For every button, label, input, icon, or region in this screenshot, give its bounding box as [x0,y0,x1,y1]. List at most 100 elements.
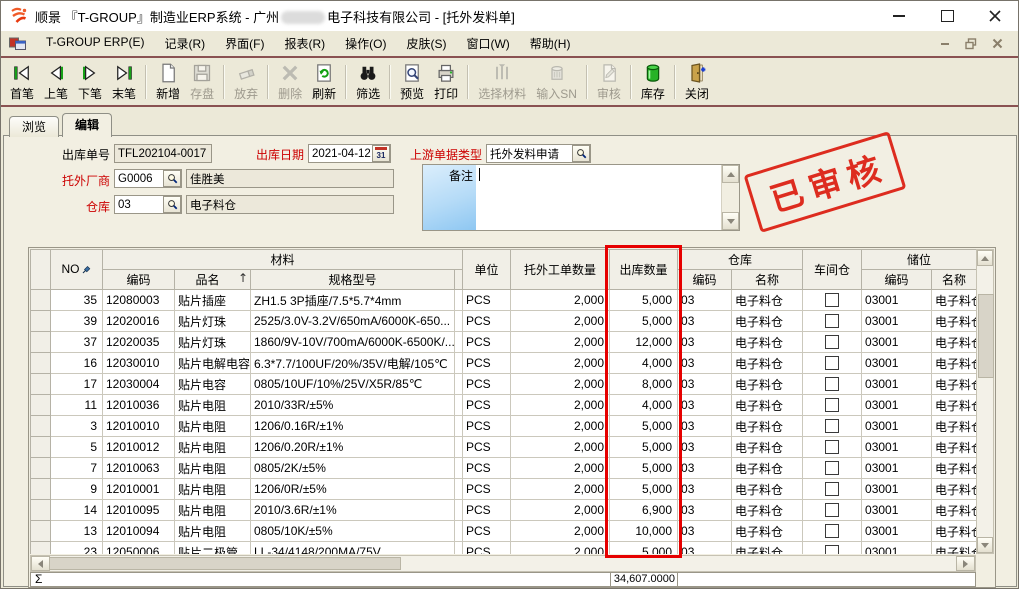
workshop-checkbox[interactable] [825,377,839,391]
cell-no[interactable]: 7 [51,458,103,479]
cell-no[interactable]: 23 [51,542,103,555]
cell-wh-name[interactable]: 电子料仓 [732,395,803,416]
cell-wh-code[interactable]: 03 [678,395,732,416]
toolbar-button-print[interactable]: 打印 [429,61,463,104]
cell-unit[interactable]: PCS [463,311,511,332]
cell-out-qty[interactable]: 5,000 [610,479,678,500]
scroll-up-button[interactable] [722,165,739,183]
workshop-checkbox[interactable] [825,503,839,517]
workshop-checkbox[interactable] [825,293,839,307]
cell-name[interactable]: 贴片灯珠 [175,332,251,353]
menu-item[interactable]: T-GROUP ERP(E) [36,32,154,55]
out-date-field[interactable]: 2021-04-12 31 [308,144,391,163]
cell-spec[interactable]: 1206/0.16R/±1% [251,416,455,437]
cell-name[interactable]: 贴片插座 [175,290,251,311]
cell-name[interactable]: 贴片电阻 [175,437,251,458]
toolbar-button-close[interactable]: 关闭 [680,61,714,104]
cell-out-qty[interactable]: 5,000 [610,542,678,555]
col-header-order-qty[interactable]: 托外工单数量 [511,250,610,290]
cell-wh-name[interactable]: 电子料仓 [732,332,803,353]
toolbar-button-first[interactable]: 首笔 [5,61,39,104]
cell-code[interactable]: 12030004 [103,374,175,395]
tab-浏览[interactable]: 浏览 [9,116,59,137]
warehouse-code-field[interactable]: 03 [114,195,182,214]
grid-horizontal-scrollbar[interactable] [30,555,976,572]
col-header-code[interactable]: 编码 [103,270,175,290]
cell-name[interactable]: 贴片电阻 [175,500,251,521]
cell-loc-name[interactable]: 电子料仓一储 [932,311,976,332]
scroll-up-button[interactable] [977,250,993,266]
cell-out-qty[interactable]: 5,000 [610,416,678,437]
cell-order-qty[interactable]: 2,000 [511,479,610,500]
menu-item[interactable]: 报表(R) [274,32,335,55]
cell-loc-name[interactable]: 电子料仓一储 [932,437,976,458]
cell-wh-name[interactable]: 电子料仓 [732,290,803,311]
menu-item[interactable]: 操作(O) [335,32,396,55]
cell-workshop[interactable] [803,479,862,500]
cell-workshop[interactable] [803,458,862,479]
cell-code[interactable]: 12010036 [103,395,175,416]
cell-loc-code[interactable]: 03001 [862,311,932,332]
cell-loc-name[interactable]: 电子料仓一储 [932,500,976,521]
cell-workshop[interactable] [803,332,862,353]
cell-spec[interactable]: 1860/9V-10V/700mA/6000K-6500K/... [251,332,455,353]
cell-spec[interactable]: 0805/10UF/10%/25V/X5R/85℃ [251,374,455,395]
cell-unit[interactable]: PCS [463,479,511,500]
scroll-down-button[interactable] [977,537,993,553]
cell-out-qty[interactable]: 5,000 [610,437,678,458]
cell-loc-name[interactable]: 电子料仓一储 [932,395,976,416]
cell-unit[interactable]: PCS [463,458,511,479]
col-group-material[interactable]: 材料 [103,250,463,270]
cell-order-qty[interactable]: 2,000 [511,458,610,479]
workshop-checkbox[interactable] [825,461,839,475]
cell-loc-code[interactable]: 03001 [862,542,932,555]
remark-input[interactable] [476,165,721,230]
cell-order-qty[interactable]: 2,000 [511,521,610,542]
cell-code[interactable]: 12030010 [103,353,175,374]
workshop-checkbox[interactable] [825,335,839,349]
cell-loc-name[interactable]: 电子料仓一储 [932,458,976,479]
cell-spec[interactable]: 2010/3.6R/±1% [251,500,455,521]
cell-wh-name[interactable]: 电子料仓 [732,311,803,332]
cell-unit[interactable]: PCS [463,437,511,458]
cell-loc-code[interactable]: 03001 [862,290,932,311]
cell-code[interactable]: 12010001 [103,479,175,500]
col-header-workshop[interactable]: 车间仓 [803,250,862,290]
cell-no[interactable]: 37 [51,332,103,353]
cell-workshop[interactable] [803,290,862,311]
cell-order-qty[interactable]: 2,000 [511,437,610,458]
cell-workshop[interactable] [803,542,862,555]
cell-out-qty[interactable]: 8,000 [610,374,678,395]
col-header-spec[interactable]: 规格型号 [251,270,455,290]
vendor-code-field[interactable]: G0006 [114,169,182,188]
toolbar-button-prev[interactable]: 上笔 [39,61,73,104]
cell-no[interactable]: 11 [51,395,103,416]
cell-wh-code[interactable]: 03 [678,311,732,332]
cell-wh-name[interactable]: 电子料仓 [732,437,803,458]
cell-no[interactable]: 39 [51,311,103,332]
workshop-checkbox[interactable] [825,440,839,454]
cell-out-qty[interactable]: 5,000 [610,290,678,311]
scroll-right-button[interactable] [956,556,975,571]
cell-order-qty[interactable]: 2,000 [511,290,610,311]
cell-order-qty[interactable]: 2,000 [511,395,610,416]
cell-code[interactable]: 12050006 [103,542,175,555]
workshop-checkbox[interactable] [825,482,839,496]
cell-loc-name[interactable]: 电子料仓一储 [932,542,976,555]
cell-wh-code[interactable]: 03 [678,437,732,458]
cell-code[interactable]: 12010095 [103,500,175,521]
cell-out-qty[interactable]: 5,000 [610,458,678,479]
cell-workshop[interactable] [803,311,862,332]
workshop-checkbox[interactable] [825,314,839,328]
cell-workshop[interactable] [803,521,862,542]
vendor-lookup-button[interactable] [163,170,181,187]
cell-unit[interactable]: PCS [463,374,511,395]
grid-vertical-scrollbar[interactable] [976,249,994,554]
calendar-button[interactable]: 31 [372,145,390,162]
cell-code[interactable]: 12020035 [103,332,175,353]
cell-out-qty[interactable]: 4,000 [610,353,678,374]
cell-spec[interactable]: 6.3*7.7/100UF/20%/35V/电解/105℃ [251,353,455,374]
cell-workshop[interactable] [803,437,862,458]
cell-unit[interactable]: PCS [463,290,511,311]
cell-spec[interactable]: 2010/33R/±5% [251,395,455,416]
